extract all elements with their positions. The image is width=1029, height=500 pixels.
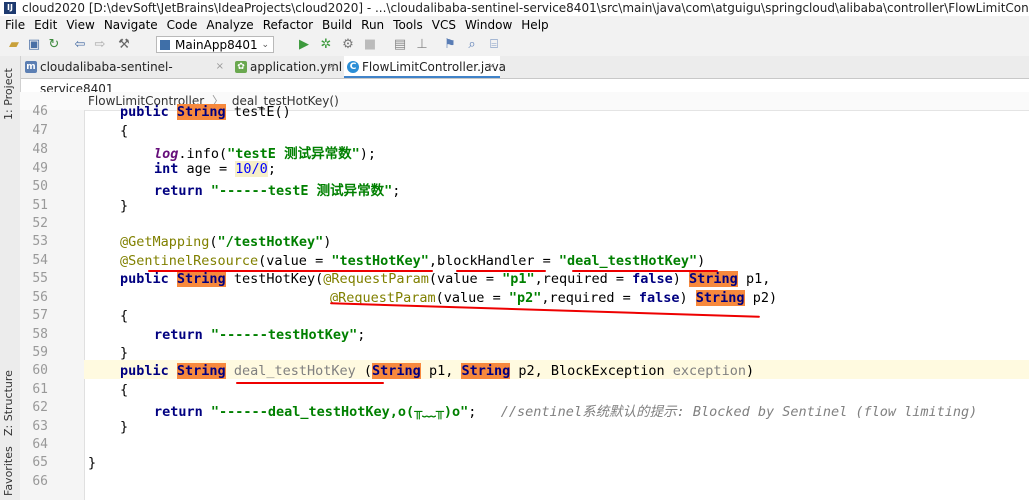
menu-tools[interactable]: Tools — [388, 16, 427, 32]
coverage-icon[interactable]: ⚙ — [340, 37, 356, 53]
menu-analyze[interactable]: Analyze — [201, 16, 257, 32]
forward-icon[interactable]: ⇨ — [92, 37, 108, 53]
intellij-app-icon: IJ — [4, 2, 16, 14]
open-folder-icon[interactable]: ▰ — [6, 37, 22, 53]
chevron-down-icon: ⌄ — [261, 40, 269, 50]
stop-icon[interactable]: ■ — [362, 37, 378, 53]
close-icon[interactable]: × — [488, 56, 496, 78]
code-line-48: log.info("testE 测试异常数"); — [154, 146, 376, 162]
run-configuration-select[interactable]: MainApp8401 ⌄ — [156, 36, 274, 53]
code-line-63: } — [120, 419, 129, 435]
close-icon[interactable]: × — [328, 56, 336, 78]
run-icon[interactable]: ▶ — [296, 37, 312, 53]
red-underline-deal-method — [236, 382, 384, 384]
code-line-53: @GetMapping("/testHotKey") — [120, 234, 332, 250]
save-all-icon[interactable]: ▣ — [26, 37, 42, 53]
red-underline-sentinel-resource — [148, 270, 433, 272]
menu-navigate[interactable]: Navigate — [99, 16, 162, 32]
sync-icon[interactable]: ↻ — [46, 37, 62, 53]
tab-module[interactable]: m cloudalibaba-sentinel-service8401 × — [22, 56, 228, 96]
code-line-61: { — [120, 382, 129, 398]
search-everywhere-icon[interactable]: ⌕ — [464, 37, 480, 53]
code-line-55: public String testHotKey(@RequestParam(v… — [120, 271, 771, 287]
window-title: cloud2020 [D:\devSoft\JetBrains\IdeaProj… — [22, 1, 1029, 15]
red-underline-handler-name — [572, 270, 718, 272]
java-config-icon — [160, 40, 170, 50]
class-icon: C — [347, 61, 359, 73]
menu-vcs[interactable]: VCS — [427, 16, 460, 32]
code-line-54: @SentinelResource(value = "testHotKey",b… — [120, 253, 706, 269]
code-line-59: } — [120, 345, 129, 361]
code-line-57: { — [120, 308, 129, 324]
code-line-58: return "------testHotKey"; — [154, 327, 366, 343]
code-line-51: } — [120, 198, 129, 214]
code-line-65: } — [88, 455, 97, 471]
code-line-60: public String deal_testHotKey (String p1… — [120, 363, 755, 379]
editor-tabs: m cloudalibaba-sentinel-service8401 × ✿ … — [0, 56, 1029, 96]
yaml-icon: ✿ — [235, 61, 247, 73]
red-underline-blockhandler — [456, 270, 546, 272]
code-editor[interactable]: public String testE() { log.info("testE … — [0, 104, 1029, 500]
window-title-bar: IJ cloud2020 [D:\devSoft\JetBrains\IdeaP… — [0, 0, 1029, 16]
menu-view[interactable]: View — [61, 16, 98, 32]
menu-build[interactable]: Build — [317, 16, 356, 32]
vcs-icon[interactable]: ⚑ — [442, 37, 458, 53]
project-structure-icon[interactable]: ▤ — [392, 37, 408, 53]
tab-flowlimitcontroller[interactable]: C FlowLimitController.java × — [344, 56, 506, 78]
menu-bar: File Edit View Navigate Code Analyze Refactor B… — [0, 16, 1029, 34]
menu-window[interactable]: Window — [460, 16, 516, 32]
debug-icon[interactable]: ✲ — [318, 37, 334, 53]
code-line-50: return "------testE 测试异常数"; — [154, 183, 401, 199]
menu-code[interactable]: Code — [162, 16, 202, 32]
terminal-icon[interactable]: ⌸ — [486, 37, 502, 53]
code-line-49: int age = 10/0; — [154, 161, 276, 177]
menu-refactor[interactable]: Refactor — [258, 16, 317, 32]
code-line-62: return "------deal_testHotKey,o(╥﹏╥)o"; … — [154, 404, 978, 420]
menu-run[interactable]: Run — [356, 16, 388, 32]
build-hammer-icon[interactable]: ⚒ — [116, 37, 132, 53]
back-icon[interactable]: ⇦ — [72, 37, 88, 53]
code-line-47: { — [120, 123, 129, 139]
main-toolbar: ▰ ▣ ↻ ⇦ ⇨ ⚒ MainApp8401 ⌄ ▶ ✲ ⚙ ■ ▤ ⊥ ⚑ … — [0, 34, 1029, 57]
menu-help[interactable]: Help — [516, 16, 552, 32]
menu-file[interactable]: File — [0, 16, 29, 32]
code-line-46: public String testE() — [120, 104, 291, 120]
menu-edit[interactable]: Edit — [29, 16, 61, 32]
module-icon: m — [25, 61, 37, 73]
tab-application-yml[interactable]: ✿ application.yml × — [232, 56, 342, 78]
close-icon[interactable]: × — [216, 56, 224, 78]
sdk-icon[interactable]: ⊥ — [414, 37, 430, 53]
